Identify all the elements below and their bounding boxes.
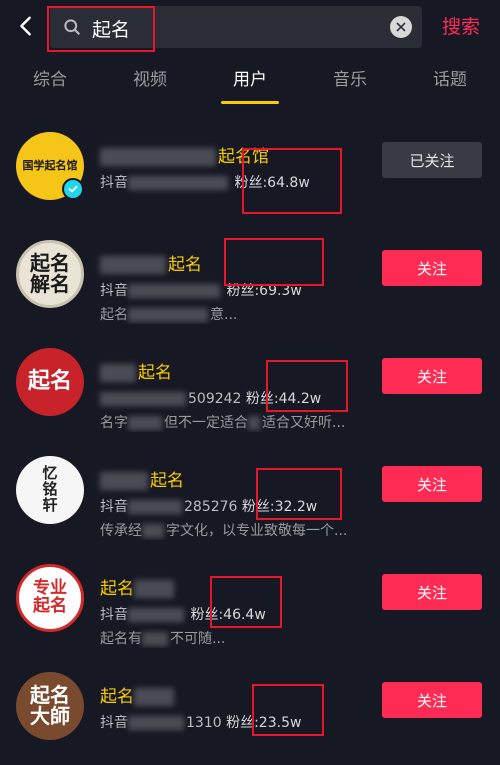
search-button[interactable]: 搜索: [442, 12, 480, 39]
follow-button[interactable]: 关注: [382, 358, 482, 394]
avatar[interactable]: 专业起名: [16, 564, 84, 632]
user-name[interactable]: 起名: [100, 574, 176, 599]
highlight-box-fans: [252, 684, 324, 736]
follow-button[interactable]: 关注: [382, 466, 482, 502]
following-button[interactable]: 已关注: [382, 142, 482, 178]
follow-button[interactable]: 关注: [382, 250, 482, 286]
follow-button[interactable]: 关注: [382, 574, 482, 610]
user-row[interactable]: 忆铭轩 起名 抖音 285276 粉丝:32.2w 传承经 字文化，以专业致敬每一个…: [0, 450, 500, 558]
highlight-box-fans: [242, 148, 342, 214]
avatar[interactable]: 忆铭轩: [16, 456, 84, 524]
user-name[interactable]: 起名: [100, 358, 172, 383]
avatar[interactable]: 起名解名: [16, 240, 84, 308]
user-description: 传承经 字文化，以专业致敬每一个...: [100, 523, 348, 539]
user-result-list: 国学起名馆 起名馆 抖音 粉丝:64.8w 已关注 起名解名 起名 抖音 粉丝:…: [0, 126, 500, 765]
result-tabs: 综合 视频 用户 音乐 话题: [0, 62, 500, 102]
user-description: 起名 意...: [100, 307, 238, 323]
user-row[interactable]: 国学起名馆 起名馆 抖音 粉丝:64.8w 已关注: [0, 126, 500, 234]
highlight-box-fans: [210, 576, 282, 628]
user-row[interactable]: 起名解名 起名 抖音 粉丝:69.3w 起名 意... 关注: [0, 234, 500, 342]
tab-users[interactable]: 用户: [200, 62, 300, 102]
tab-video[interactable]: 视频: [100, 62, 200, 102]
user-name[interactable]: 起名: [100, 682, 176, 707]
highlight-box-fans: [266, 360, 348, 412]
tab-topics[interactable]: 话题: [400, 62, 500, 102]
user-row[interactable]: 专业起名 起名 抖音 粉丝:46.4w 起名有 不可随... 关注: [0, 558, 500, 666]
avatar[interactable]: 起名大師: [16, 672, 84, 740]
follow-button[interactable]: 关注: [382, 682, 482, 718]
highlight-box-fans: [256, 468, 342, 520]
verified-badge-icon: [62, 178, 84, 200]
back-button[interactable]: [10, 8, 42, 44]
user-description: 起名有 不可随...: [100, 631, 226, 647]
user-row[interactable]: 起名大師 起名 抖音 1310 粉丝:23.5w 关注: [0, 666, 500, 765]
user-name[interactable]: 起名: [100, 466, 184, 491]
highlight-box-fans: [224, 238, 324, 286]
avatar[interactable]: 起名: [16, 348, 84, 416]
user-row[interactable]: 起名 起名 509242 粉丝:44.2w 名字 但不一定适合 适合又好听... 关…: [0, 342, 500, 450]
user-description: 名字 但不一定适合 适合又好听...: [100, 415, 346, 431]
tab-music[interactable]: 音乐: [300, 62, 400, 102]
clear-icon[interactable]: [390, 16, 412, 38]
highlight-box-search: [47, 6, 155, 52]
user-name[interactable]: 起名: [100, 250, 202, 275]
chevron-left-icon: [20, 16, 31, 36]
top-bar: 起名 搜索: [0, 0, 500, 56]
tab-comprehensive[interactable]: 综合: [0, 62, 100, 102]
